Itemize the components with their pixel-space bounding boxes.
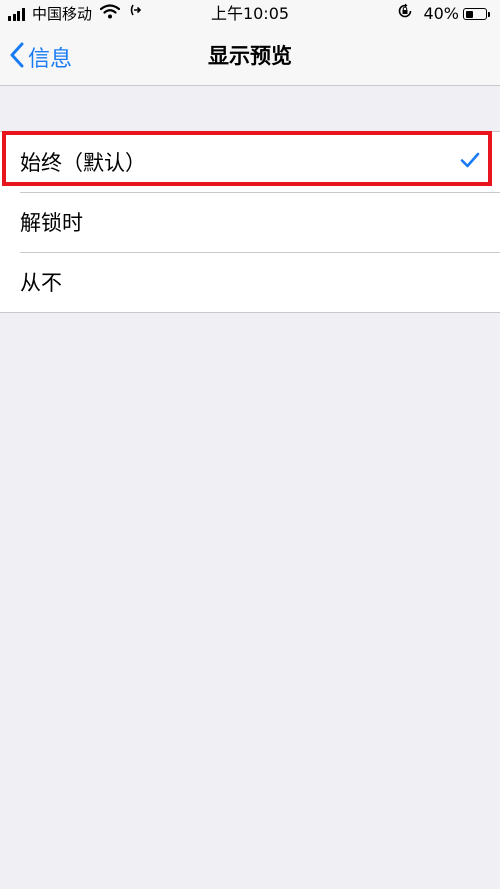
status-right: 40% [397,0,490,28]
option-always[interactable]: 始终（默认） [0,132,500,192]
option-never[interactable]: 从不 [0,252,500,312]
preview-options-list: 始终（默认） 解锁时 从不 [0,131,500,313]
option-label: 始终（默认） [20,151,146,175]
battery-tip [488,11,490,17]
rotation-lock-icon [397,0,413,28]
battery-icon [463,8,487,20]
status-bar: 中国移动 上午10:05 40% [0,0,500,28]
battery-percent: 40% [423,4,459,23]
option-label: 从不 [20,271,62,295]
navigation-bar: 信息 显示预览 [0,28,500,86]
battery-level [465,10,473,18]
option-label: 解锁时 [20,211,83,235]
option-when-unlocked[interactable]: 解锁时 [0,192,500,252]
checkmark-icon [460,152,480,172]
page-title: 显示预览 [208,44,292,68]
